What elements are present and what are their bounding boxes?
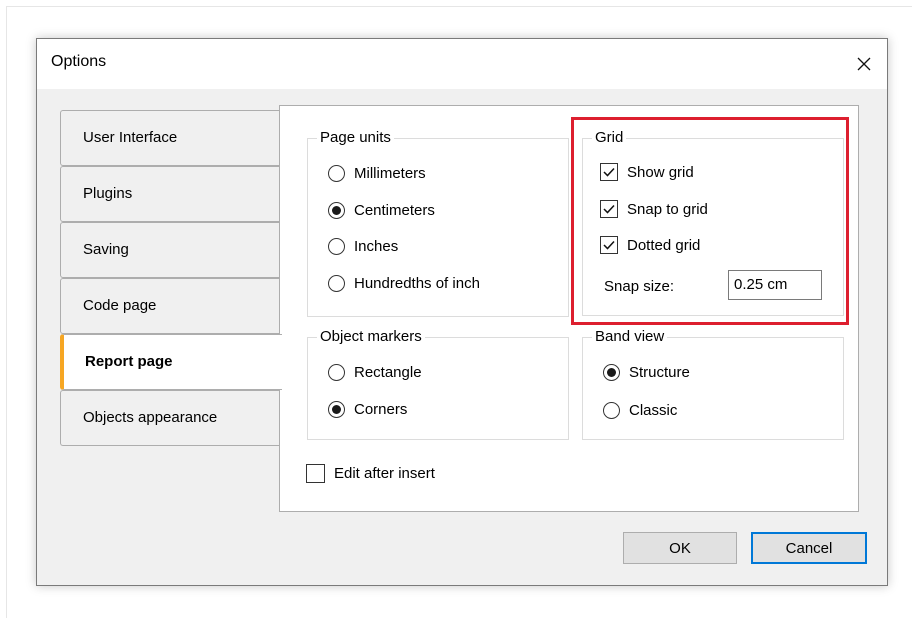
radio-button[interactable] (328, 364, 345, 381)
close-icon (857, 57, 871, 71)
checkbox-label: Snap to grid (627, 200, 708, 218)
group-title: Page units (317, 128, 394, 148)
group-title: Object markers (317, 327, 425, 347)
ok-button[interactable]: OK (623, 532, 737, 564)
check-icon (603, 167, 615, 177)
tab-label: User Interface (83, 129, 178, 146)
tab-user-interface[interactable]: User Interface (60, 110, 280, 166)
radio-millimeters[interactable]: Millimeters (328, 165, 426, 182)
check-icon (603, 204, 615, 214)
checkbox-edit-after-insert[interactable]: Edit after insert (306, 464, 435, 483)
tab-label: Plugins (83, 185, 133, 202)
radio-button-selected[interactable] (328, 401, 345, 418)
radio-classic[interactable]: Classic (603, 402, 677, 419)
checkbox-snap-to-grid[interactable]: Snap to grid (600, 200, 708, 218)
tab-report-page[interactable]: Report page (60, 334, 282, 390)
page-units-group: Page units Millimeters Centimeters Inche… (307, 128, 569, 317)
radio-corners[interactable]: Corners (328, 401, 407, 418)
radio-hundredths-of-inch[interactable]: Hundredths of inch (328, 275, 480, 292)
tab-saving[interactable]: Saving (60, 222, 280, 278)
radio-label: Classic (629, 402, 678, 419)
radio-button-selected[interactable] (603, 364, 620, 381)
tab-code-page[interactable]: Code page (60, 278, 280, 334)
tab-label: Report page (85, 353, 173, 370)
checkbox-label: Dotted grid (627, 236, 701, 254)
tab-label: Objects appearance (83, 409, 218, 426)
checkbox-label: Edit after insert (334, 465, 435, 482)
band-view-group: Band view Structure Classic (582, 327, 844, 440)
radio-label: Centimeters (354, 202, 435, 219)
object-markers-group: Object markers Rectangle Corners (307, 327, 569, 440)
radio-label: Inches (354, 238, 399, 255)
radio-button[interactable] (328, 165, 345, 182)
radio-button[interactable] (603, 402, 620, 419)
checkbox-label: Show grid (627, 163, 694, 181)
window-title: Options (51, 53, 107, 70)
snap-size-label: Snap size: (604, 278, 675, 295)
tab-label: Code page (83, 297, 157, 314)
report-page-panel: Page units Millimeters Centimeters Inche… (279, 105, 859, 512)
radio-button[interactable] (328, 275, 345, 292)
radio-label: Millimeters (354, 165, 426, 182)
radio-inches[interactable]: Inches (328, 238, 398, 255)
group-title: Band view (592, 327, 668, 347)
radio-label: Structure (629, 364, 690, 381)
radio-label: Hundredths of inch (354, 275, 480, 292)
checkbox-show-grid[interactable]: Show grid (600, 163, 694, 181)
radio-label: Rectangle (354, 364, 422, 381)
options-dialog: Options User Interface Plugins Saving Co… (36, 38, 888, 586)
radio-centimeters[interactable]: Centimeters (328, 202, 435, 219)
tab-objects-appearance[interactable]: Objects appearance (60, 390, 280, 446)
tab-label: Saving (83, 241, 129, 258)
group-title: Grid (592, 128, 627, 148)
checkbox[interactable] (600, 236, 618, 254)
grid-group: Grid Show grid Snap to grid Dotted grid … (582, 128, 844, 316)
checkbox-dotted-grid[interactable]: Dotted grid (600, 236, 700, 254)
checkbox[interactable] (600, 163, 618, 181)
title-bar: Options (37, 39, 887, 89)
radio-label: Corners (354, 401, 408, 418)
radio-button-selected[interactable] (328, 202, 345, 219)
snap-size-input[interactable]: 0.25 cm (728, 270, 822, 300)
tab-plugins[interactable]: Plugins (60, 166, 280, 222)
radio-structure[interactable]: Structure (603, 364, 690, 381)
radio-button[interactable] (328, 238, 345, 255)
check-icon (603, 240, 615, 250)
cancel-button[interactable]: Cancel (751, 532, 867, 564)
checkbox[interactable] (600, 200, 618, 218)
close-button[interactable] (841, 39, 887, 89)
checkbox[interactable] (306, 464, 325, 483)
radio-rectangle[interactable]: Rectangle (328, 364, 422, 381)
